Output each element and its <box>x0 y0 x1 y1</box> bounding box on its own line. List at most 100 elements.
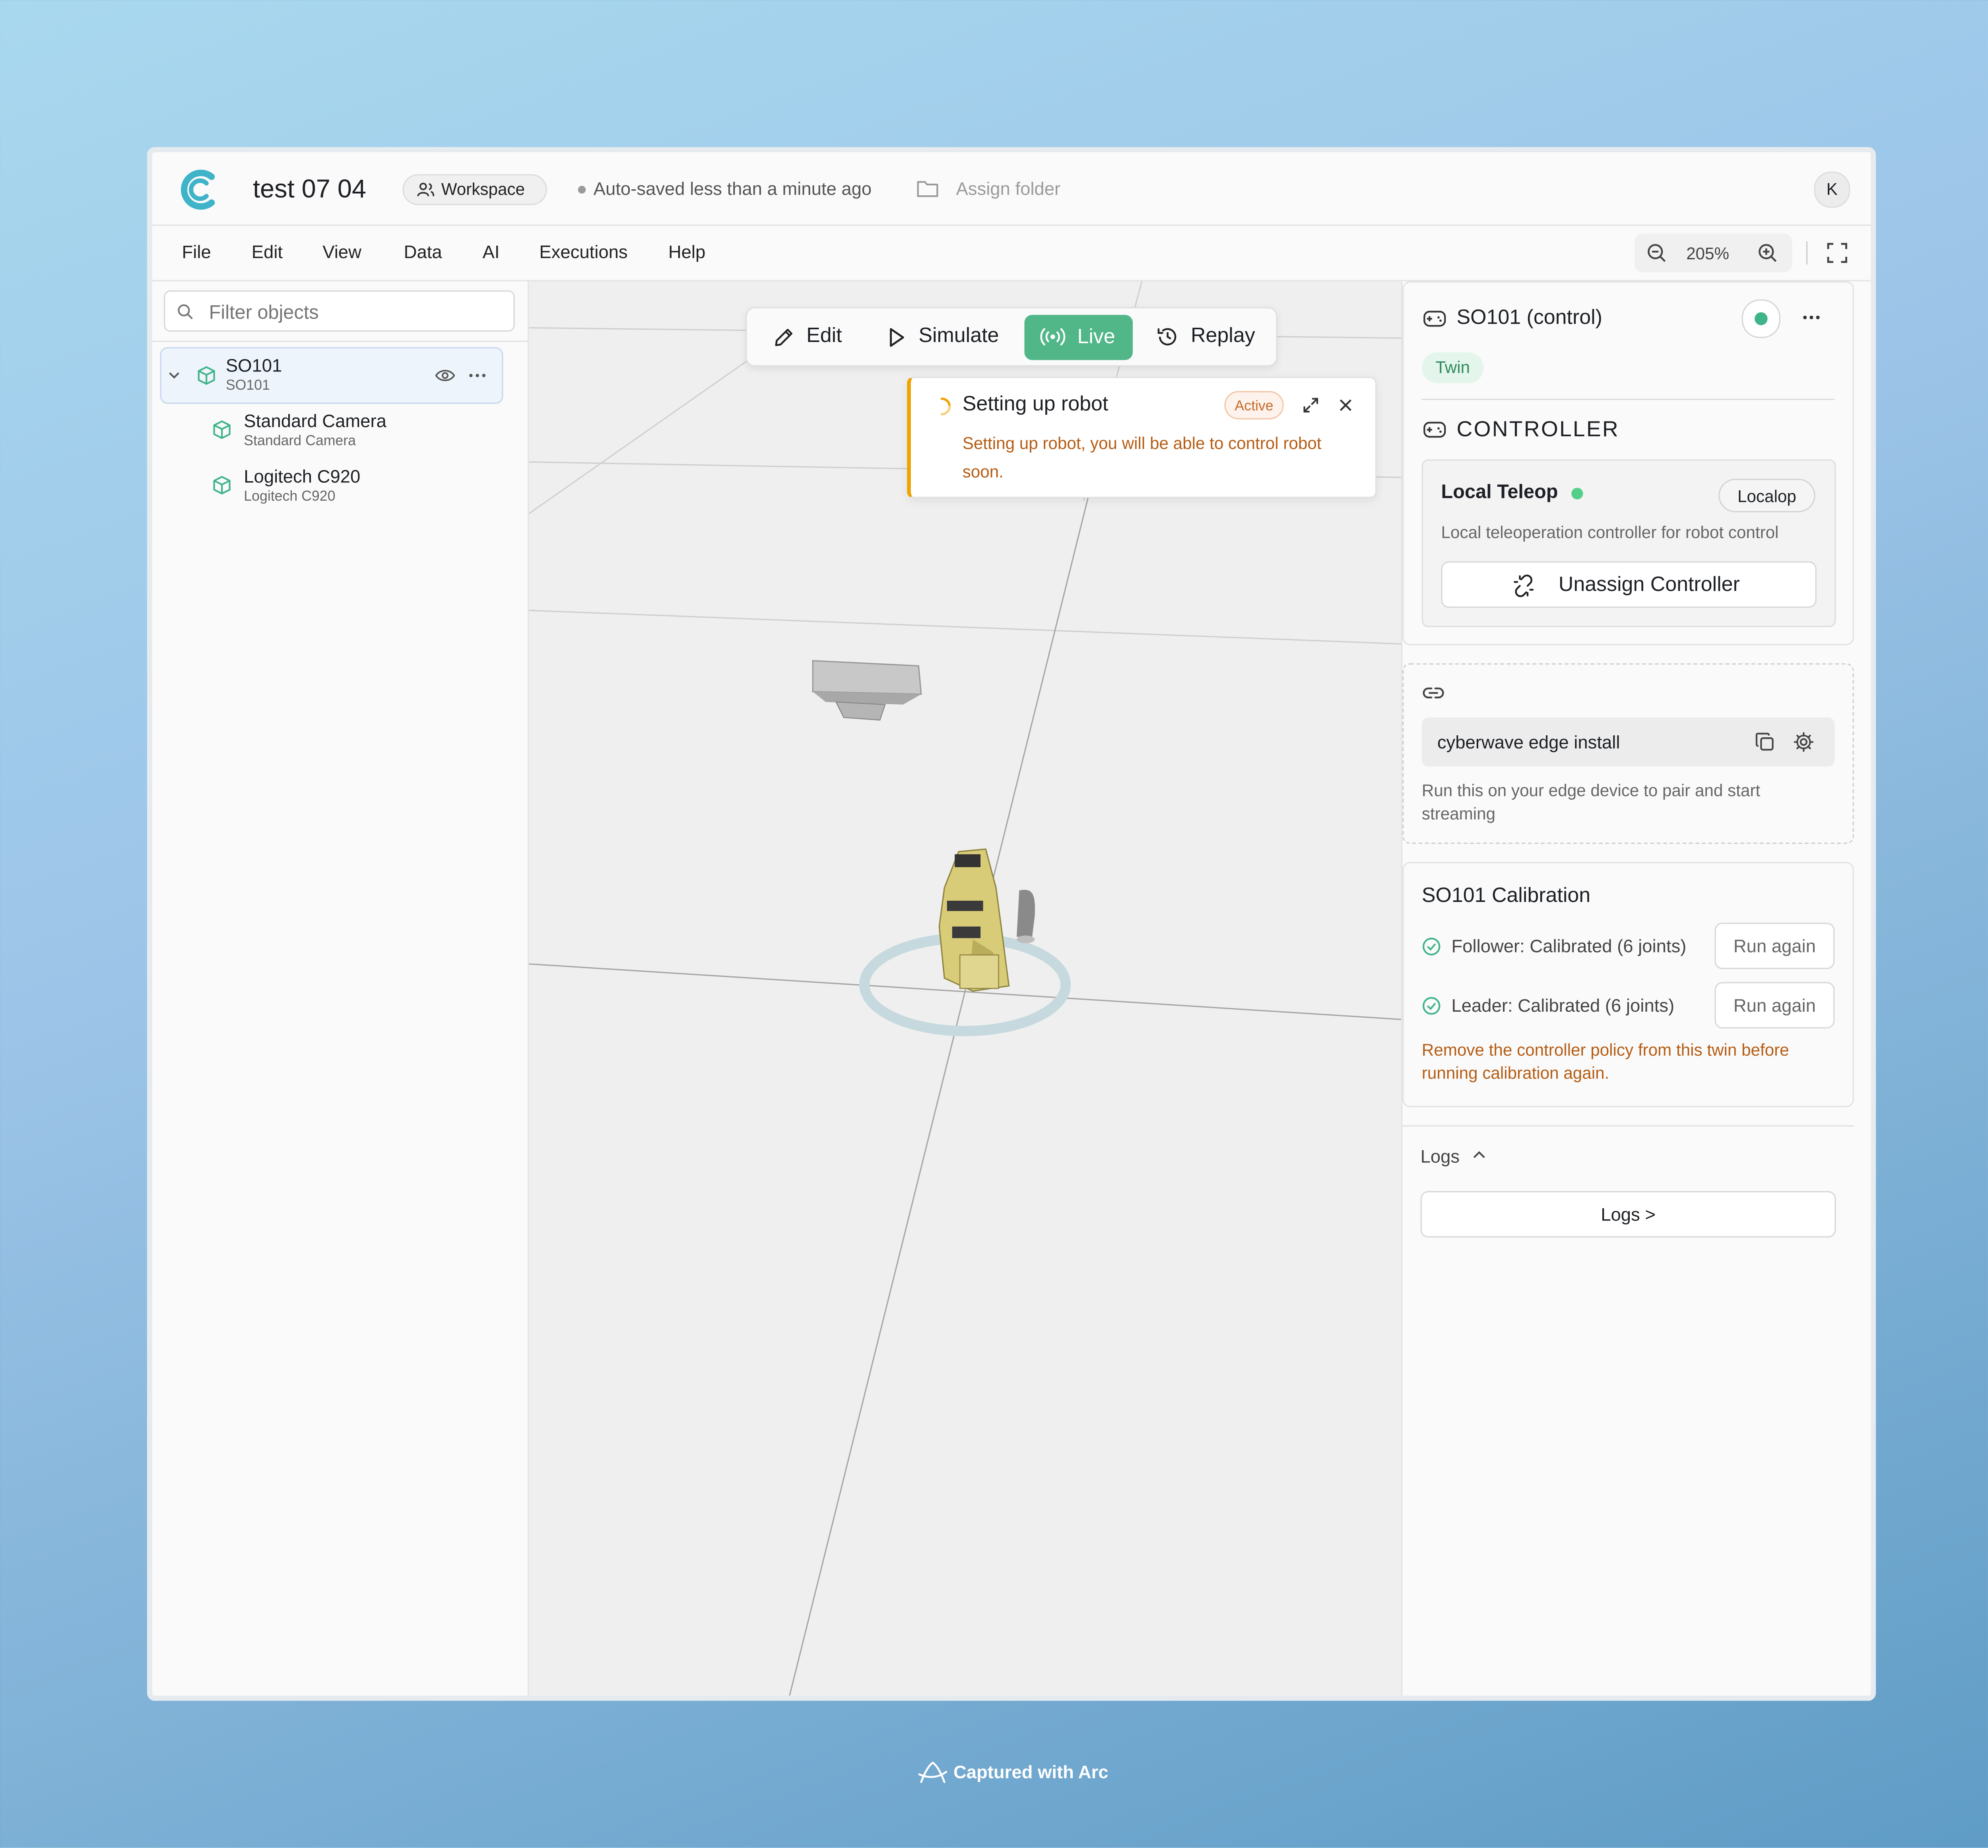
leader-run-again-button[interactable]: Run again <box>1714 982 1835 1029</box>
menu-data[interactable]: Data <box>404 241 442 262</box>
edge-hint: Run this on your edge device to pair and… <box>1421 781 1761 824</box>
mode-toolbar: Edit Simulate Live Replay <box>746 307 1277 367</box>
edit-mode-label: Edit <box>806 325 842 347</box>
app-logo[interactable] <box>178 168 222 212</box>
title-bar: test 07 04 Workspace Auto-saved less tha… <box>152 152 1871 226</box>
workspace-badge[interactable]: Workspace <box>402 174 547 205</box>
toolbar-divider <box>1806 241 1808 265</box>
chevron-down-icon[interactable] <box>168 369 181 382</box>
tree-item-name: Standard Camera <box>244 410 386 431</box>
menu-ai[interactable]: AI <box>483 241 500 262</box>
edge-command: cyberwave edge install <box>1437 731 1620 752</box>
tree-item-type: Standard Camera <box>244 433 356 449</box>
fullscreen-icon[interactable] <box>1827 243 1848 263</box>
tree-item-standard-camera[interactable]: Standard Camera Standard Camera <box>209 410 506 457</box>
unassign-controller-button[interactable]: Unassign Controller <box>1441 561 1817 608</box>
calibration-title: SO101 Calibration <box>1421 885 1591 907</box>
inspector-title: SO101 (control) <box>1456 307 1602 329</box>
follower-status: Follower: Calibrated (6 joints) <box>1451 935 1687 956</box>
simulate-mode-button[interactable]: Simulate <box>871 315 1013 359</box>
copy-icon[interactable] <box>1755 732 1775 752</box>
notification-title: Setting up robot <box>962 393 1109 416</box>
check-circle-icon <box>1422 997 1441 1015</box>
play-icon <box>890 328 904 347</box>
chevron-up-icon[interactable] <box>1472 1150 1486 1160</box>
cube-icon <box>198 366 215 385</box>
logs-heading[interactable]: Logs <box>1421 1146 1460 1166</box>
status-dot <box>1755 312 1768 325</box>
menu-executions[interactable]: Executions <box>539 241 627 262</box>
tree-item-type: Logitech C920 <box>244 489 336 505</box>
connection-status-button[interactable] <box>1741 299 1780 338</box>
controller-status-dot <box>1571 488 1583 499</box>
broadcast-icon <box>1040 328 1066 346</box>
unlink-icon <box>1514 574 1534 597</box>
scene-viewport[interactable]: Edit Simulate Live Replay Setting up rob… <box>529 281 1401 1696</box>
menu-bar: File Edit View Data AI Executions Help 2… <box>152 225 1871 282</box>
simulate-mode-label: Simulate <box>918 325 999 347</box>
pencil-icon <box>775 328 793 346</box>
controller-card: Local Teleop Localop Local teleoperation… <box>1421 459 1836 628</box>
app-window: test 07 04 Workspace Auto-saved less tha… <box>147 147 1876 1701</box>
filter-field[interactable] <box>164 290 515 332</box>
object-sidebar: SO101 SO101 Standard Camera Standard Cam… <box>152 281 529 1696</box>
tree-item-name: Logitech C920 <box>244 466 361 487</box>
menu-view[interactable]: View <box>322 241 361 262</box>
edit-mode-button[interactable]: Edit <box>757 315 863 359</box>
calibration-warning: Remove the controller policy from this t… <box>1421 1040 1789 1083</box>
workspace-label: Workspace <box>441 179 525 199</box>
gamepad-icon <box>1423 422 1446 438</box>
more-icon[interactable] <box>1802 315 1820 320</box>
eye-icon[interactable] <box>435 367 456 385</box>
logs-button[interactable]: Logs > <box>1420 1191 1836 1238</box>
autosave-dot <box>578 186 586 194</box>
follower-run-again-button[interactable]: Run again <box>1714 923 1835 969</box>
controller-name: Local Teleop <box>1441 481 1558 503</box>
zoom-out-icon[interactable] <box>1646 243 1667 263</box>
camera-model[interactable] <box>812 660 922 721</box>
gamepad-icon <box>1423 311 1446 327</box>
project-title[interactable]: test 07 04 <box>253 175 366 205</box>
tree-item-logitech-c920[interactable]: Logitech C920 Logitech C920 <box>209 466 506 512</box>
leader-status: Leader: Calibrated (6 joints) <box>1451 995 1675 1016</box>
capture-label: Captured with Arc <box>953 1761 1109 1782</box>
replay-mode-label: Replay <box>1191 325 1255 347</box>
notification-toast: Setting up robot Active Setting up robot… <box>907 377 1377 498</box>
tree-item-name: SO101 <box>225 355 282 376</box>
live-mode-button[interactable]: Live <box>1024 315 1133 360</box>
arc-logo-icon <box>918 1761 947 1783</box>
replay-mode-button[interactable]: Replay <box>1143 315 1270 359</box>
assign-folder-button[interactable]: Assign folder <box>956 178 1060 199</box>
tree-item-so101[interactable]: SO101 SO101 <box>160 347 503 404</box>
history-icon <box>1157 328 1176 346</box>
controller-heading: CONTROLLER <box>1456 417 1619 441</box>
autosave-status: Auto-saved less than a minute ago <box>593 178 872 199</box>
user-avatar[interactable]: K <box>1814 171 1850 208</box>
robot-arm-model[interactable] <box>938 848 1035 992</box>
capture-footer: Captured with Arc <box>917 1759 1124 1787</box>
zoom-control: 205% <box>1635 233 1792 272</box>
cube-icon <box>213 420 231 439</box>
filter-input[interactable] <box>206 298 509 326</box>
expand-icon[interactable] <box>1302 396 1320 414</box>
folder-icon[interactable] <box>916 178 939 199</box>
users-icon <box>417 183 435 196</box>
edge-command-box: cyberwave edge install <box>1421 717 1835 767</box>
menu-help[interactable]: Help <box>668 241 705 262</box>
menu-edit[interactable]: Edit <box>252 241 283 262</box>
search-icon <box>178 304 193 319</box>
tree-item-type: SO101 <box>225 378 270 394</box>
divider <box>1402 1125 1854 1127</box>
live-mode-label: Live <box>1077 326 1115 349</box>
gear-icon[interactable] <box>1793 732 1814 752</box>
zoom-in-icon[interactable] <box>1757 243 1778 263</box>
controller-description: Local teleoperation controller for robot… <box>1441 523 1779 542</box>
menu-file[interactable]: File <box>182 241 211 262</box>
divider <box>1421 398 1835 400</box>
controller-type-badge: Localop <box>1718 478 1815 513</box>
close-icon[interactable] <box>1338 397 1353 413</box>
twin-card: SO101 (control) Twin CONTROLLER Local Te… <box>1402 281 1854 645</box>
link-icon <box>1423 687 1444 699</box>
inspector-panel: SO101 (control) Twin CONTROLLER Local Te… <box>1401 281 1871 1696</box>
more-icon[interactable] <box>468 373 486 378</box>
